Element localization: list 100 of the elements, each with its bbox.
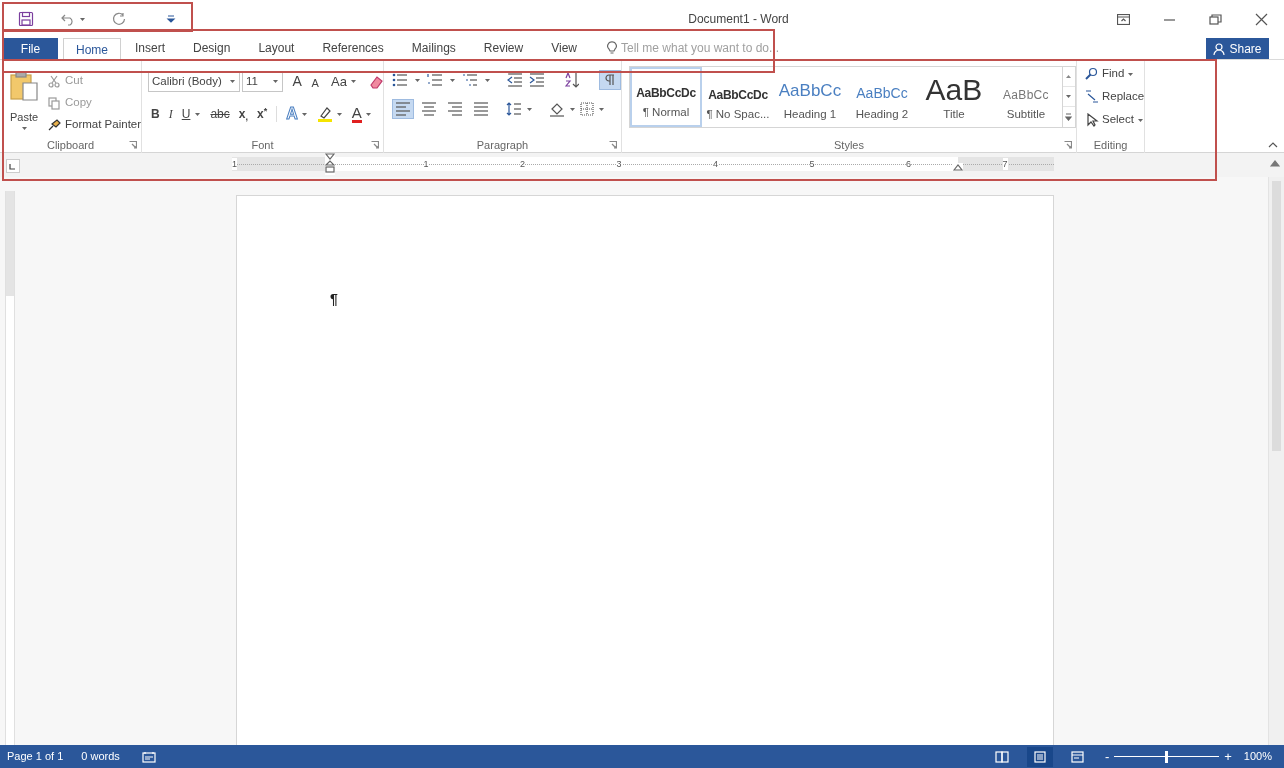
- font-color-button[interactable]: A: [351, 105, 362, 123]
- underline-button[interactable]: U: [181, 105, 191, 123]
- dialog-launcher-icon[interactable]: [370, 141, 379, 149]
- show-formatting-marks-button[interactable]: [598, 70, 621, 90]
- ribbon-tab[interactable]: View: [537, 37, 591, 59]
- caret-icon: [448, 77, 456, 83]
- right-indent-marker-icon[interactable]: [953, 163, 963, 171]
- italic-button[interactable]: I: [168, 105, 173, 123]
- caret-icon: [349, 79, 357, 84]
- caret-icon: [525, 106, 533, 112]
- style-gallery-item[interactable]: AaB Title: [917, 67, 990, 127]
- zoom-out-button[interactable]: -: [1104, 746, 1110, 767]
- scissors-icon: [48, 74, 61, 88]
- restore-icon[interactable]: [1209, 13, 1222, 25]
- magnifier-icon: [1084, 67, 1099, 81]
- scroll-up-icon[interactable]: [1270, 159, 1280, 167]
- style-gallery-item[interactable]: AaBbCc Subtitle: [989, 67, 1062, 127]
- select-button[interactable]: Select: [1084, 111, 1145, 129]
- copy-icon: [48, 96, 61, 110]
- subscript-button[interactable]: x$_{,}$: [238, 105, 248, 123]
- line-spacing-icon[interactable]: [505, 102, 522, 116]
- caret-icon: [194, 111, 202, 117]
- paste-button[interactable]: Paste: [6, 71, 42, 137]
- ribbon-tab[interactable]: Layout: [244, 37, 309, 59]
- decrease-indent-icon[interactable]: [506, 73, 523, 87]
- ribbon-tab[interactable]: File: [3, 38, 58, 59]
- page-count[interactable]: Page 1 of 1: [7, 748, 64, 765]
- zoom-in-button[interactable]: +: [1224, 746, 1232, 767]
- dialog-launcher-icon[interactable]: [1063, 141, 1072, 149]
- multilevel-list-icon[interactable]: [461, 73, 478, 87]
- find-button[interactable]: Find: [1084, 65, 1145, 83]
- zoom-slider[interactable]: [1114, 750, 1220, 763]
- ruler-number: 1: [232, 158, 237, 170]
- ribbon-tab[interactable]: Design: [179, 37, 245, 59]
- web-layout-icon: [1070, 750, 1085, 763]
- redo-icon[interactable]: [112, 12, 126, 26]
- save-icon[interactable]: [18, 11, 34, 27]
- window-title: Document1 - Word: [687, 11, 790, 28]
- font-name-field[interactable]: Calibri (Body): [148, 71, 241, 92]
- grow-font-button[interactable]: A: [289, 71, 306, 92]
- ribbon-tab[interactable]: Review: [469, 37, 538, 59]
- more-styles-icon[interactable]: [1065, 113, 1073, 121]
- style-gallery-item[interactable]: AaBbCcDc ¶ No Spac...: [701, 67, 774, 127]
- clipboard-button[interactable]: Format Painter: [48, 116, 142, 134]
- undo-icon[interactable]: [60, 12, 76, 26]
- ribbon-tab[interactable]: References: [308, 37, 398, 59]
- font-size-field[interactable]: 11: [242, 71, 284, 92]
- bullets-icon[interactable]: [391, 73, 408, 87]
- scroll-down-icon[interactable]: [1065, 94, 1073, 99]
- share-button[interactable]: Share: [1206, 38, 1269, 59]
- caret-icon: [1136, 117, 1144, 123]
- indent-marker-icon[interactable]: [325, 153, 335, 175]
- print-layout-button[interactable]: [1026, 746, 1053, 767]
- numbering-icon[interactable]: [426, 73, 443, 87]
- group-label: Paragraph: [476, 137, 529, 153]
- group-label: Editing: [1093, 137, 1128, 153]
- word-count[interactable]: 0 words: [81, 748, 120, 765]
- align-left-button[interactable]: [391, 99, 414, 119]
- ruler-number: 7: [1002, 158, 1008, 170]
- pilcrow-icon: [604, 74, 615, 86]
- change-case-button[interactable]: Aa: [331, 71, 357, 92]
- superscript-button[interactable]: x$^{*}$: [256, 105, 268, 123]
- increase-indent-icon[interactable]: [528, 73, 545, 87]
- ruler-number: 1: [423, 158, 429, 170]
- customize-icon[interactable]: [166, 14, 176, 24]
- shrink-font-button[interactable]: A: [307, 74, 324, 92]
- style-gallery-item[interactable]: AaBbCcDc ¶ Normal: [629, 67, 702, 127]
- borders-icon[interactable]: [579, 102, 594, 116]
- caret-icon: [1127, 71, 1135, 77]
- style-gallery-item[interactable]: AaBbCc Heading 2: [845, 67, 918, 127]
- clipboard-icon: [9, 71, 39, 101]
- shading-icon[interactable]: [548, 101, 565, 117]
- ribbon-tab[interactable]: Mailings: [397, 37, 470, 59]
- align-icon: [446, 102, 463, 116]
- vertical-scrollbar[interactable]: [1268, 177, 1284, 745]
- highlighter-icon[interactable]: [316, 106, 333, 122]
- close-icon[interactable]: [1255, 12, 1268, 26]
- replace-button[interactable]: Replace: [1084, 88, 1145, 106]
- dialog-launcher-icon[interactable]: [129, 141, 138, 149]
- replace-icon: [1084, 90, 1099, 104]
- proofing-icon[interactable]: [141, 750, 156, 763]
- sort-icon[interactable]: [564, 72, 579, 88]
- dialog-launcher-icon[interactable]: [608, 141, 617, 149]
- align-icon: [420, 102, 437, 116]
- print-layout-icon: [1032, 750, 1047, 763]
- eraser-icon[interactable]: [368, 74, 383, 89]
- lightbulb-icon[interactable]: [606, 41, 617, 55]
- style-gallery-item[interactable]: AaBbCc Heading 1: [773, 67, 846, 127]
- tab-stop-icon[interactable]: [9, 164, 15, 170]
- zoom-percentage[interactable]: 100%: [1243, 748, 1272, 765]
- ribbon-tab[interactable]: Insert: [121, 37, 180, 59]
- bold-button[interactable]: B: [151, 105, 160, 123]
- align-icon: [394, 102, 411, 116]
- align-icon: [472, 102, 489, 116]
- ruler-number: 4: [713, 158, 718, 170]
- collapse-ribbon-icon[interactable]: [1268, 141, 1278, 148]
- strikethrough-button[interactable]: abc: [210, 105, 230, 123]
- scroll-up-icon[interactable]: [1065, 74, 1073, 79]
- ribbon-tab[interactable]: Home: [63, 38, 121, 60]
- ribbon-display-icon[interactable]: [1117, 13, 1130, 25]
